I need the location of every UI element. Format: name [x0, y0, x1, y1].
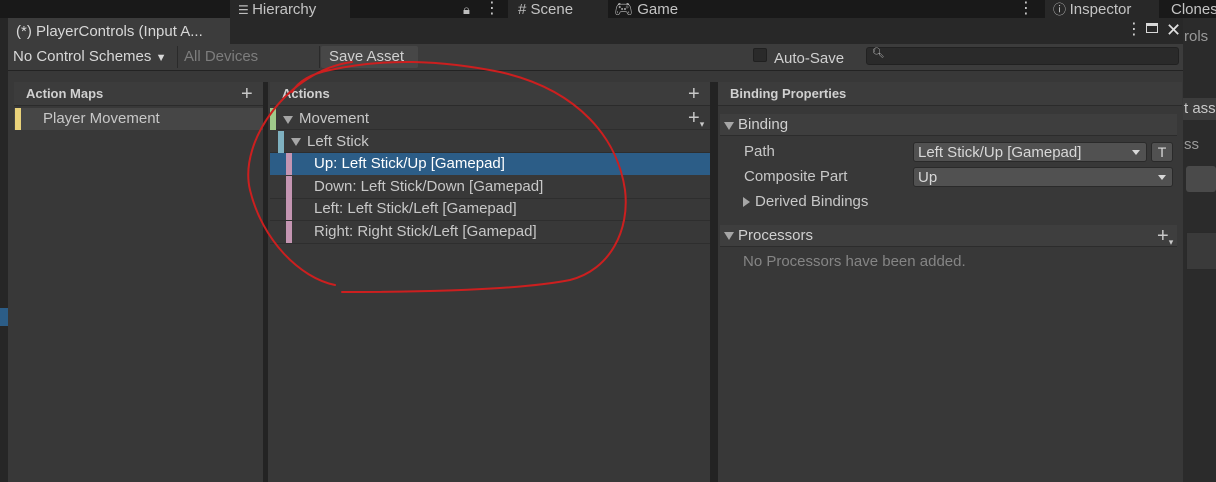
action-maps-pane: Action Maps — [14, 82, 263, 482]
binding-properties-title: Binding Properties — [730, 86, 847, 101]
action-map-color-bar — [15, 108, 21, 130]
binding-section-title: Binding — [738, 116, 789, 133]
expand-arrow-icon[interactable] — [743, 197, 750, 207]
collapse-arrow-icon[interactable] — [724, 122, 734, 130]
composite-part-label: Composite Part — [744, 168, 848, 185]
control-schemes-dropdown[interactable]: No Control Schemes ▼ — [13, 44, 166, 70]
inspector-peek-text-1: rols — [1184, 28, 1209, 45]
search-input[interactable] — [866, 47, 1179, 65]
clones-tab-text: Clones — [1171, 1, 1216, 18]
hierarchy-tab-label: ☰ Hierarchy — [238, 0, 316, 18]
devices-dropdown[interactable]: All Devices — [184, 44, 258, 70]
window-menu-icon[interactable]: ⋮ — [1126, 21, 1142, 39]
add-processor-dropdown-icon: ▾ — [1168, 237, 1174, 247]
window-title-tab[interactable]: (*) PlayerControls (Input A... — [8, 18, 230, 44]
composite-label: Left Stick — [307, 133, 369, 150]
inspector-peek-text-3: ss — [1184, 136, 1199, 153]
lock-icon[interactable]: 🔒︎ — [463, 2, 470, 18]
text-mode-label: T — [1157, 144, 1167, 160]
action-map-label: Player Movement — [43, 110, 160, 127]
background-left-panel — [0, 18, 8, 482]
inspector-peek-box — [1186, 232, 1216, 270]
inspector-peek-button — [1186, 166, 1216, 192]
window-titlebar — [230, 18, 1183, 44]
actions-header: Actions — [270, 82, 710, 106]
hierarchy-tab-text: Hierarchy — [252, 1, 317, 18]
binding-properties-header: Binding Properties — [718, 82, 1182, 106]
add-processor-button[interactable]: +▾ — [1157, 226, 1173, 252]
close-icon[interactable]: ✕ — [1166, 18, 1181, 42]
maximize-icon[interactable] — [1146, 23, 1158, 33]
control-schemes-label: No Control Schemes — [13, 48, 152, 65]
auto-save-label: Auto-Save — [774, 50, 845, 67]
action-maps-title: Action Maps — [26, 86, 104, 101]
search-icon: 🔍︎ — [872, 48, 885, 59]
collapse-arrow-icon[interactable] — [724, 232, 734, 240]
hierarchy-icon: ☰ — [238, 3, 253, 17]
dropdown-arrow-icon — [1158, 175, 1166, 180]
binding-color-bar — [286, 153, 292, 175]
pane-divider[interactable] — [710, 82, 718, 482]
save-asset-label: Save Asset — [329, 48, 405, 65]
toolbar-separator — [177, 46, 178, 68]
text-mode-button[interactable]: T — [1151, 142, 1173, 162]
scene-tab-text: Scene — [530, 1, 574, 18]
inspector-tab-text: Inspector — [1069, 1, 1132, 18]
binding-label: Left: Left Stick/Left [Gamepad] — [314, 200, 517, 217]
dropdown-arrow-icon — [1132, 150, 1140, 155]
binding-color-bar — [286, 221, 292, 243]
actions-title: Actions — [282, 86, 330, 101]
binding-label: Up: Left Stick/Up [Gamepad] — [314, 155, 505, 172]
scene-grid-icon: # — [518, 1, 531, 18]
processors-section-title: Processors — [738, 227, 814, 244]
inspector-peek-text-2: t ass — [1184, 100, 1216, 117]
gamepad-icon: 🎮︎ — [614, 1, 638, 18]
dropdown-arrow-icon: ▼ — [155, 52, 167, 64]
binding-color-bar — [286, 176, 292, 198]
action-label: Movement — [299, 110, 370, 127]
add-binding-dropdown-icon: ▾ — [699, 119, 705, 129]
inspector-tab-label: ⓘ Inspector — [1053, 0, 1131, 18]
pane-divider[interactable] — [263, 82, 268, 482]
action-maps-header: Action Maps — [14, 82, 263, 106]
add-action-map-button[interactable]: + — [241, 84, 253, 104]
derived-bindings-foldout[interactable]: Derived Bindings — [755, 191, 868, 213]
binding-label: Down: Left Stick/Down [Gamepad] — [314, 178, 544, 195]
clones-tab[interactable]: Clones — [1171, 0, 1216, 18]
path-value: Left Stick/Up [Gamepad] — [918, 144, 1082, 161]
game-tab-text: Game — [637, 1, 679, 18]
devices-label: All Devices — [184, 48, 259, 65]
binding-color-bar — [286, 198, 292, 220]
composite-part-dropdown[interactable]: Up — [913, 167, 1173, 187]
no-processors-message: No Processors have been added. — [743, 253, 966, 270]
path-dropdown[interactable]: Left Stick/Up [Gamepad] — [913, 142, 1147, 162]
background-selection — [0, 308, 8, 326]
binding-section-header[interactable] — [720, 114, 1177, 136]
add-action-button[interactable]: + — [688, 84, 700, 104]
expand-arrow-icon[interactable] — [291, 138, 301, 146]
toolbar-separator — [319, 46, 320, 68]
auto-save-checkbox[interactable] — [753, 48, 767, 62]
binding-label: Right: Right Stick/Left [Gamepad] — [314, 223, 537, 240]
composite-part-value: Up — [918, 169, 938, 186]
info-icon: ⓘ — [1053, 2, 1070, 17]
composite-color-bar — [278, 131, 284, 153]
hierarchy-menu-icon[interactable]: ⋮ — [484, 0, 500, 18]
game-menu-icon[interactable]: ⋮ — [1018, 0, 1034, 18]
path-label: Path — [744, 143, 775, 160]
scene-tab-label: # Scene — [518, 0, 573, 18]
action-color-bar — [270, 108, 276, 130]
expand-arrow-icon[interactable] — [283, 116, 293, 124]
window-title: (*) PlayerControls (Input A... — [16, 23, 203, 40]
game-tab[interactable]: 🎮︎ Game — [614, 0, 678, 18]
